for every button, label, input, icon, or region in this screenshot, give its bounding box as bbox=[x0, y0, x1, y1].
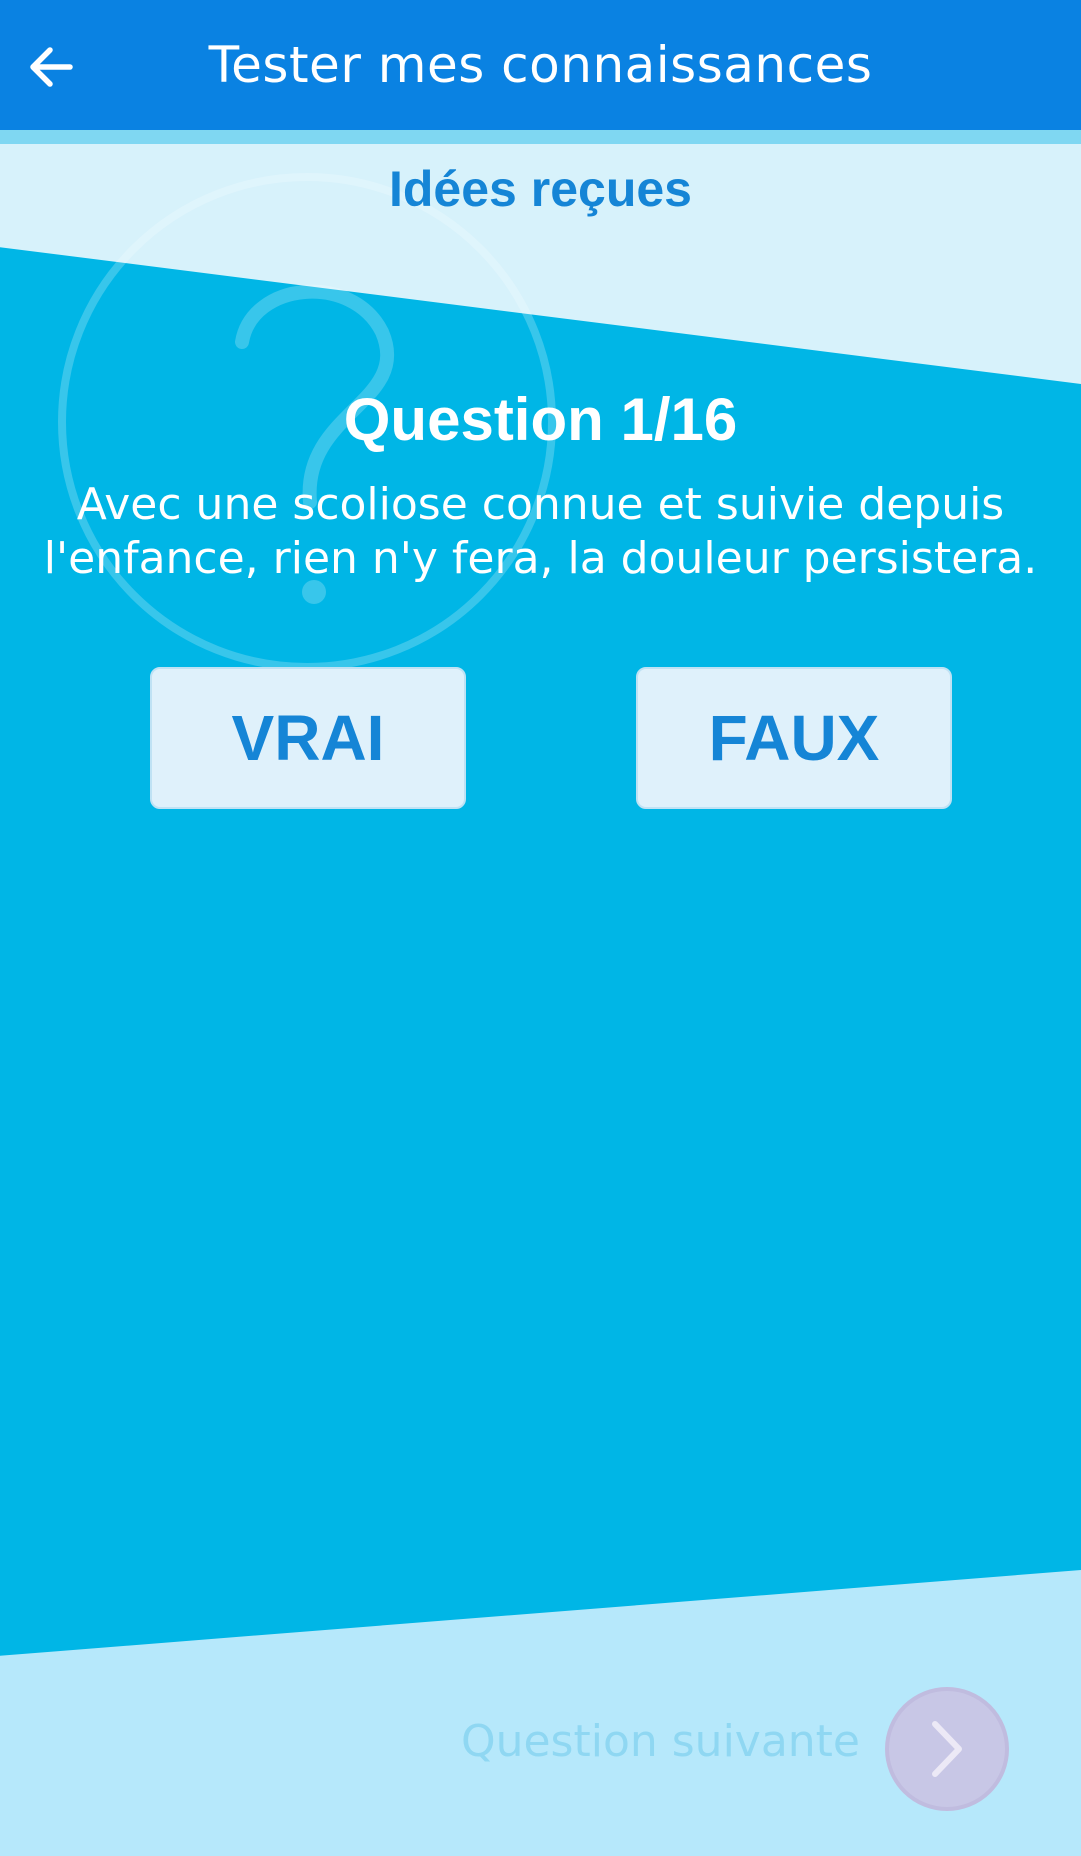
chevron-right-icon bbox=[932, 1721, 962, 1777]
app-bar-divider bbox=[0, 130, 1081, 144]
next-question-label: Question suivante bbox=[460, 1716, 860, 1767]
section-title: Idées reçues bbox=[389, 161, 692, 217]
app-title: Tester mes connaissances bbox=[208, 36, 873, 94]
app-bar: Tester mes connaissances bbox=[0, 0, 1081, 130]
next-question-button[interactable] bbox=[885, 1687, 1009, 1811]
question-counter: Question 1/16 bbox=[343, 386, 738, 453]
true-button[interactable]: VRAI bbox=[150, 667, 466, 809]
question-text: Avec une scoliose connue et suivie depui… bbox=[43, 479, 1038, 584]
false-button[interactable]: FAUX bbox=[636, 667, 952, 809]
